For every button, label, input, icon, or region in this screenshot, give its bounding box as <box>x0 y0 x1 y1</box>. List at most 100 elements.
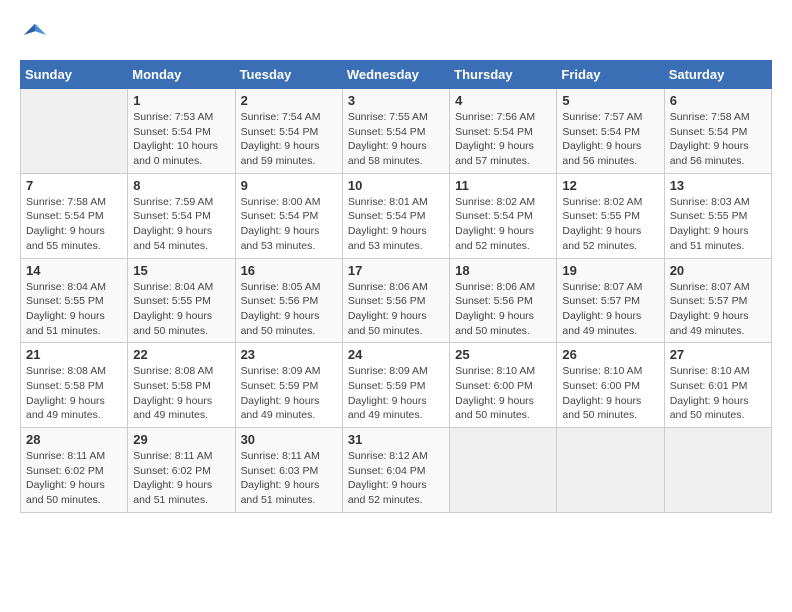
day-info: Sunrise: 8:07 AM Sunset: 5:57 PM Dayligh… <box>562 280 658 339</box>
day-number: 23 <box>241 347 337 362</box>
calendar-cell <box>664 428 771 513</box>
calendar-cell: 14 Sunrise: 8:04 AM Sunset: 5:55 PM Dayli… <box>21 258 128 343</box>
day-info: Sunrise: 8:01 AM Sunset: 5:54 PM Dayligh… <box>348 195 444 254</box>
day-number: 17 <box>348 263 444 278</box>
day-info: Sunrise: 8:04 AM Sunset: 5:55 PM Dayligh… <box>133 280 229 339</box>
day-number: 4 <box>455 93 551 108</box>
calendar-cell: 15 Sunrise: 8:04 AM Sunset: 5:55 PM Dayli… <box>128 258 235 343</box>
calendar-cell: 31 Sunrise: 8:12 AM Sunset: 6:04 PM Dayli… <box>342 428 449 513</box>
day-info: Sunrise: 8:08 AM Sunset: 5:58 PM Dayligh… <box>133 364 229 423</box>
day-info: Sunrise: 8:09 AM Sunset: 5:59 PM Dayligh… <box>241 364 337 423</box>
calendar-cell: 20 Sunrise: 8:07 AM Sunset: 5:57 PM Dayli… <box>664 258 771 343</box>
day-info: Sunrise: 7:54 AM Sunset: 5:54 PM Dayligh… <box>241 110 337 169</box>
day-number: 5 <box>562 93 658 108</box>
day-of-week-monday: Monday <box>128 61 235 89</box>
day-info: Sunrise: 8:11 AM Sunset: 6:02 PM Dayligh… <box>26 449 122 508</box>
day-of-week-sunday: Sunday <box>21 61 128 89</box>
day-number: 28 <box>26 432 122 447</box>
day-info: Sunrise: 8:12 AM Sunset: 6:04 PM Dayligh… <box>348 449 444 508</box>
day-number: 9 <box>241 178 337 193</box>
calendar-cell: 5 Sunrise: 7:57 AM Sunset: 5:54 PM Daylig… <box>557 89 664 174</box>
day-number: 12 <box>562 178 658 193</box>
day-info: Sunrise: 7:58 AM Sunset: 5:54 PM Dayligh… <box>670 110 766 169</box>
calendar-week-row: 14 Sunrise: 8:04 AM Sunset: 5:55 PM Dayli… <box>21 258 772 343</box>
day-number: 8 <box>133 178 229 193</box>
day-number: 1 <box>133 93 229 108</box>
day-info: Sunrise: 8:04 AM Sunset: 5:55 PM Dayligh… <box>26 280 122 339</box>
day-info: Sunrise: 8:06 AM Sunset: 5:56 PM Dayligh… <box>455 280 551 339</box>
calendar-week-row: 1 Sunrise: 7:53 AM Sunset: 5:54 PM Daylig… <box>21 89 772 174</box>
day-info: Sunrise: 8:11 AM Sunset: 6:03 PM Dayligh… <box>241 449 337 508</box>
day-info: Sunrise: 8:07 AM Sunset: 5:57 PM Dayligh… <box>670 280 766 339</box>
calendar-week-row: 28 Sunrise: 8:11 AM Sunset: 6:02 PM Dayli… <box>21 428 772 513</box>
day-info: Sunrise: 8:10 AM Sunset: 6:00 PM Dayligh… <box>562 364 658 423</box>
calendar-cell: 7 Sunrise: 7:58 AM Sunset: 5:54 PM Daylig… <box>21 173 128 258</box>
day-number: 21 <box>26 347 122 362</box>
day-info: Sunrise: 8:10 AM Sunset: 6:01 PM Dayligh… <box>670 364 766 423</box>
calendar-cell: 10 Sunrise: 8:01 AM Sunset: 5:54 PM Dayli… <box>342 173 449 258</box>
calendar-week-row: 21 Sunrise: 8:08 AM Sunset: 5:58 PM Dayli… <box>21 343 772 428</box>
calendar-cell <box>557 428 664 513</box>
calendar-table: SundayMondayTuesdayWednesdayThursdayFrid… <box>20 60 772 513</box>
calendar-cell: 1 Sunrise: 7:53 AM Sunset: 5:54 PM Daylig… <box>128 89 235 174</box>
calendar-cell: 26 Sunrise: 8:10 AM Sunset: 6:00 PM Dayli… <box>557 343 664 428</box>
calendar-cell: 8Sunrise: 7:59 AM Sunset: 5:54 PM Daylig… <box>128 173 235 258</box>
day-of-week-wednesday: Wednesday <box>342 61 449 89</box>
day-info: Sunrise: 7:55 AM Sunset: 5:54 PM Dayligh… <box>348 110 444 169</box>
days-of-week-row: SundayMondayTuesdayWednesdayThursdayFrid… <box>21 61 772 89</box>
calendar-cell: 3 Sunrise: 7:55 AM Sunset: 5:54 PM Daylig… <box>342 89 449 174</box>
calendar-cell: 6 Sunrise: 7:58 AM Sunset: 5:54 PM Daylig… <box>664 89 771 174</box>
calendar-cell: 18Sunrise: 8:06 AM Sunset: 5:56 PM Dayli… <box>450 258 557 343</box>
day-info: Sunrise: 8:02 AM Sunset: 5:54 PM Dayligh… <box>455 195 551 254</box>
logo <box>20 20 54 50</box>
day-info: Sunrise: 7:57 AM Sunset: 5:54 PM Dayligh… <box>562 110 658 169</box>
day-number: 15 <box>133 263 229 278</box>
day-of-week-thursday: Thursday <box>450 61 557 89</box>
calendar-body: 1 Sunrise: 7:53 AM Sunset: 5:54 PM Daylig… <box>21 89 772 513</box>
day-info: Sunrise: 8:06 AM Sunset: 5:56 PM Dayligh… <box>348 280 444 339</box>
day-number: 3 <box>348 93 444 108</box>
calendar-cell: 13 Sunrise: 8:03 AM Sunset: 5:55 PM Dayli… <box>664 173 771 258</box>
day-number: 6 <box>670 93 766 108</box>
calendar-cell: 23 Sunrise: 8:09 AM Sunset: 5:59 PM Dayli… <box>235 343 342 428</box>
day-number: 10 <box>348 178 444 193</box>
day-number: 20 <box>670 263 766 278</box>
day-number: 24 <box>348 347 444 362</box>
day-info: Sunrise: 8:09 AM Sunset: 5:59 PM Dayligh… <box>348 364 444 423</box>
calendar-cell: 30 Sunrise: 8:11 AM Sunset: 6:03 PM Dayli… <box>235 428 342 513</box>
day-number: 13 <box>670 178 766 193</box>
day-info: Sunrise: 8:05 AM Sunset: 5:56 PM Dayligh… <box>241 280 337 339</box>
day-number: 16 <box>241 263 337 278</box>
day-number: 14 <box>26 263 122 278</box>
logo-icon <box>20 20 50 50</box>
calendar-week-row: 7 Sunrise: 7:58 AM Sunset: 5:54 PM Daylig… <box>21 173 772 258</box>
day-of-week-friday: Friday <box>557 61 664 89</box>
day-of-week-saturday: Saturday <box>664 61 771 89</box>
calendar-cell: 21Sunrise: 8:08 AM Sunset: 5:58 PM Dayli… <box>21 343 128 428</box>
day-number: 30 <box>241 432 337 447</box>
day-info: Sunrise: 7:58 AM Sunset: 5:54 PM Dayligh… <box>26 195 122 254</box>
day-number: 31 <box>348 432 444 447</box>
calendar-cell: 29Sunrise: 8:11 AM Sunset: 6:02 PM Dayli… <box>128 428 235 513</box>
calendar-cell: 24 Sunrise: 8:09 AM Sunset: 5:59 PM Dayli… <box>342 343 449 428</box>
calendar-cell <box>450 428 557 513</box>
calendar-cell: 22 Sunrise: 8:08 AM Sunset: 5:58 PM Dayli… <box>128 343 235 428</box>
day-info: Sunrise: 8:10 AM Sunset: 6:00 PM Dayligh… <box>455 364 551 423</box>
day-number: 11 <box>455 178 551 193</box>
day-number: 22 <box>133 347 229 362</box>
day-of-week-tuesday: Tuesday <box>235 61 342 89</box>
calendar-cell: 25 Sunrise: 8:10 AM Sunset: 6:00 PM Dayli… <box>450 343 557 428</box>
calendar-cell: 9 Sunrise: 8:00 AM Sunset: 5:54 PM Daylig… <box>235 173 342 258</box>
day-info: Sunrise: 8:03 AM Sunset: 5:55 PM Dayligh… <box>670 195 766 254</box>
day-number: 7 <box>26 178 122 193</box>
day-info: Sunrise: 8:00 AM Sunset: 5:54 PM Dayligh… <box>241 195 337 254</box>
day-info: Sunrise: 7:53 AM Sunset: 5:54 PM Dayligh… <box>133 110 229 169</box>
calendar-cell: 12Sunrise: 8:02 AM Sunset: 5:55 PM Dayli… <box>557 173 664 258</box>
day-info: Sunrise: 7:56 AM Sunset: 5:54 PM Dayligh… <box>455 110 551 169</box>
day-number: 2 <box>241 93 337 108</box>
day-info: Sunrise: 8:11 AM Sunset: 6:02 PM Dayligh… <box>133 449 229 508</box>
day-number: 26 <box>562 347 658 362</box>
day-number: 25 <box>455 347 551 362</box>
calendar-cell: 2 Sunrise: 7:54 AM Sunset: 5:54 PM Daylig… <box>235 89 342 174</box>
day-number: 27 <box>670 347 766 362</box>
